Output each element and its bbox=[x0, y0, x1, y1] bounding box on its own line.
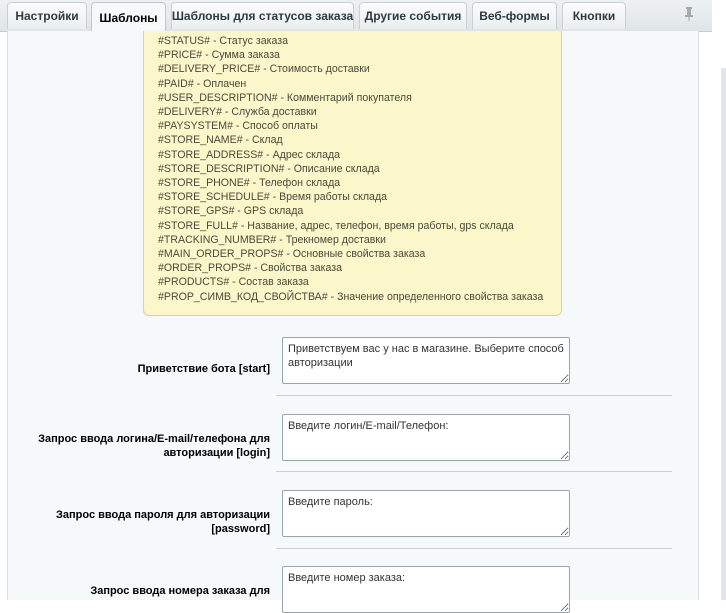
label-login: Запрос ввода логина/E-mail/телефона для … bbox=[38, 433, 270, 459]
divider bbox=[276, 471, 672, 472]
hint-variable-line: #DELIVERY# - Служба доставки bbox=[158, 106, 317, 119]
tab-bar: Настройки Шаблоны Шаблоны для статусов з… bbox=[0, 0, 712, 32]
hint-variable-line: #STORE_SCHEDULE# - Время работы склада bbox=[158, 191, 388, 204]
divider bbox=[276, 548, 672, 549]
tab-templates[interactable]: Шаблоны bbox=[91, 2, 166, 32]
label-order-number: Запрос ввода номера заказа для bbox=[90, 585, 270, 597]
hint-variable-line: #PRICE# - Сумма заказа bbox=[158, 49, 280, 62]
hint-variable-line: #PAID# - Оплачен bbox=[158, 77, 247, 90]
label-password: Запрос ввода пароля для авторизации [pas… bbox=[56, 509, 270, 535]
order-number-request-textarea[interactable]: Введите номер заказа: bbox=[282, 566, 570, 613]
password-request-textarea[interactable]: Введите пароль: bbox=[282, 490, 570, 537]
template-variables-hint: #STATUS# - Статус заказа #PRICE# - Сумма … bbox=[143, 31, 562, 316]
hint-variable-line: #STORE_ADDRESS# - Адрес склада bbox=[158, 148, 341, 161]
hint-variable-line: #STORE_DESCRIPTION# - Описание склада bbox=[158, 162, 380, 175]
hint-variable-line: #STORE_GPS# - GPS склада bbox=[158, 205, 304, 218]
scrollbar-track[interactable] bbox=[721, 68, 726, 600]
label-start: Приветствие бота [start] bbox=[137, 363, 270, 375]
hint-variable-line: #STORE_PHONE# - Телефон склада bbox=[158, 177, 341, 190]
tab-settings[interactable]: Настройки bbox=[7, 2, 87, 29]
hint-variable-line: #STATUS# - Статус заказа bbox=[158, 35, 288, 47]
hint-variable-line: #ORDER_PROPS# - Свойства заказа bbox=[158, 262, 343, 275]
hint-variable-line: #TRACKING_NUMBER# - Трекномер доставки bbox=[158, 233, 386, 246]
login-request-textarea[interactable]: Введите логин/E-mail/Телефон: bbox=[282, 414, 570, 461]
tab-web-forms[interactable]: Веб-формы bbox=[472, 2, 557, 29]
divider bbox=[276, 395, 672, 396]
hint-variable-line: #USER_DESCRIPTION# - Комментарий покупат… bbox=[158, 91, 412, 104]
pin-icon[interactable] bbox=[680, 6, 698, 24]
hint-variable-line: #DELIVERY_PRICE# - Стоимость доставки bbox=[158, 63, 370, 76]
start-greeting-textarea[interactable]: Приветствуем вас у нас в магазине. Выбер… bbox=[282, 337, 570, 384]
pin-icon-svg bbox=[685, 7, 693, 21]
hint-variable-line: #STORE_FULL# - Название, адрес, телефон,… bbox=[158, 219, 514, 232]
hint-variable-line: #MAIN_ORDER_PROPS# - Основные свойства з… bbox=[158, 248, 426, 261]
tab-order-status-templates[interactable]: Шаблоны для статусов заказа bbox=[171, 2, 354, 29]
tab-other-events[interactable]: Другие события bbox=[359, 2, 467, 29]
tab-buttons[interactable]: Кнопки bbox=[562, 2, 626, 29]
hint-variable-line: #STORE_NAME# - Склад bbox=[158, 134, 283, 147]
hint-variable-line: #PRODUCTS# - Состав заказа bbox=[158, 276, 309, 289]
hint-variable-line: #PROP_СИМВ_КОД_СВОЙСТВА# - Значение опре… bbox=[158, 290, 544, 303]
hint-variable-line: #PAYSYSTEM# - Способ оплаты bbox=[158, 120, 318, 133]
